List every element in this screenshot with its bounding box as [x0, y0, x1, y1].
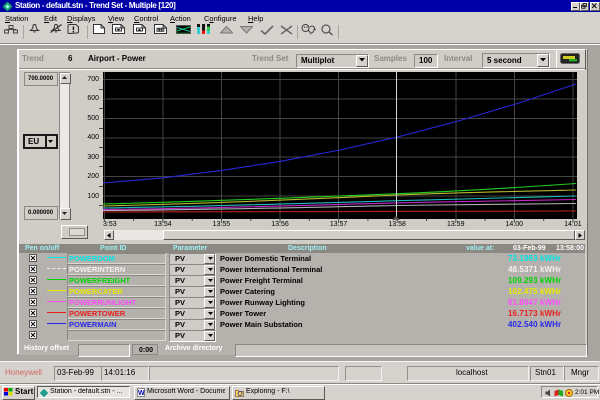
svg-text:W: W — [138, 390, 145, 397]
